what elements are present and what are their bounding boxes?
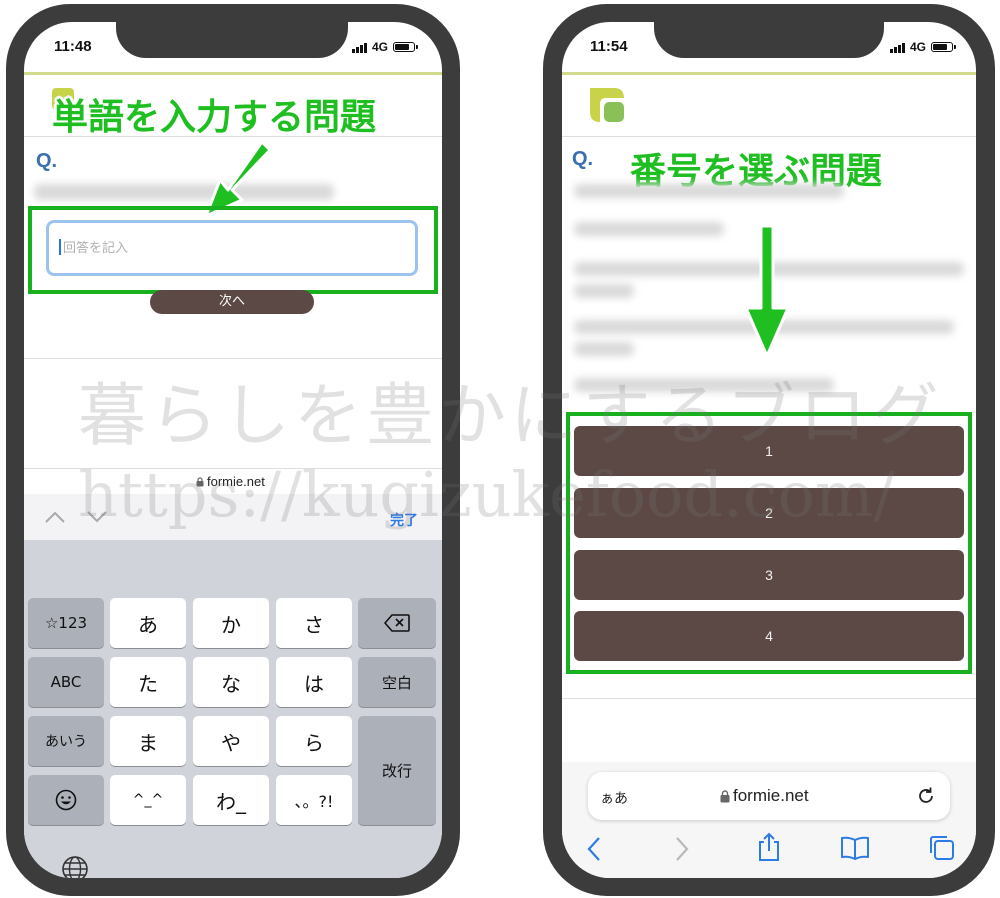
numbers-key[interactable]: ☆123 xyxy=(28,598,104,648)
url-text: formie.net xyxy=(207,474,265,489)
question-label: Q. xyxy=(572,148,594,170)
key-ka[interactable]: か xyxy=(193,598,269,648)
key-ra[interactable]: ら xyxy=(276,716,352,766)
network-label: 4G xyxy=(372,40,389,54)
form-logo-icon xyxy=(590,88,624,122)
key-sa[interactable]: さ xyxy=(276,598,352,648)
enter-key[interactable]: 改行 xyxy=(358,716,436,825)
space-key[interactable]: 空白 xyxy=(358,657,436,707)
choice-button-1[interactable]: 1 xyxy=(574,426,964,476)
key-a[interactable]: あ xyxy=(110,598,186,648)
status-indicators: 4G xyxy=(890,40,957,54)
emoji-icon xyxy=(55,789,77,811)
phone-notch xyxy=(654,22,884,58)
abc-key[interactable]: ABC xyxy=(28,657,104,707)
key-ta[interactable]: た xyxy=(110,657,186,707)
key-dakuten[interactable]: ^_^ xyxy=(110,775,186,825)
signal-icon xyxy=(890,42,905,53)
text-caret xyxy=(59,239,61,255)
content-divider xyxy=(24,358,442,359)
choice-button-2[interactable]: 2 xyxy=(574,488,964,538)
blurred-question-text xyxy=(574,184,844,198)
blurred-option-text xyxy=(574,378,834,392)
backspace-key[interactable] xyxy=(358,598,436,648)
answer-placeholder: 回答を記入 xyxy=(63,241,129,256)
blurred-option-text xyxy=(574,342,634,356)
lock-icon xyxy=(196,476,204,486)
url-text: formie.net xyxy=(733,786,809,805)
keyboard-done-button[interactable]: 完了 xyxy=(390,510,418,530)
question-label: Q. xyxy=(36,150,58,172)
choice-button-4[interactable]: 4 xyxy=(574,611,964,661)
japanese-keyboard: ☆123 あ か さ ABC た な は 空白 あいう ま や ら 改行 ^_^… xyxy=(24,540,442,878)
kana-key[interactable]: あいう xyxy=(28,716,104,766)
content-divider xyxy=(562,698,976,699)
header-accent-line xyxy=(24,72,442,75)
url-display: formie.net xyxy=(720,786,809,806)
chevron-down-icon[interactable] xyxy=(86,510,108,524)
key-ma[interactable]: ま xyxy=(110,716,186,766)
blurred-question-text xyxy=(574,222,724,236)
network-label: 4G xyxy=(910,40,927,54)
status-indicators: 4G xyxy=(352,40,419,54)
key-na[interactable]: な xyxy=(193,657,269,707)
address-bar[interactable]: ぁあ formie.net xyxy=(588,772,950,820)
lock-icon xyxy=(720,789,730,802)
delete-icon xyxy=(384,614,410,632)
globe-icon[interactable] xyxy=(60,854,90,878)
headline-text-input-question: 単語を入力する問題 xyxy=(52,97,377,138)
key-punctuation[interactable]: 、。?! xyxy=(276,775,352,825)
share-icon[interactable] xyxy=(756,832,782,862)
key-wa[interactable]: わ_ xyxy=(193,775,269,825)
choice-button-3[interactable]: 3 xyxy=(574,550,964,600)
emoji-key[interactable] xyxy=(28,775,104,825)
tabs-icon[interactable] xyxy=(928,834,956,862)
keyboard-accessory-bar: 完了 xyxy=(24,494,442,540)
header-divider xyxy=(562,136,976,137)
status-time: 11:48 xyxy=(54,38,92,55)
bookmarks-icon[interactable] xyxy=(840,836,870,860)
blurred-option-text xyxy=(574,284,634,298)
back-icon[interactable] xyxy=(586,836,602,862)
url-bar[interactable]: formie.net xyxy=(196,474,265,489)
text-size-button[interactable]: ぁあ xyxy=(600,788,628,808)
arrow-down-icon xyxy=(744,224,790,358)
phone-notch xyxy=(116,22,348,58)
header-divider xyxy=(24,136,442,137)
left-phone-screen: 11:48 4G 単語を入力する問題 Q. 回答を記入 次へ formie.ne… xyxy=(24,22,442,878)
battery-icon xyxy=(393,42,419,52)
forward-icon[interactable] xyxy=(674,836,690,862)
url-divider xyxy=(24,468,442,469)
blurred-question-text xyxy=(34,184,334,200)
signal-icon xyxy=(352,42,367,53)
battery-icon xyxy=(931,42,957,52)
next-button[interactable]: 次へ xyxy=(150,290,314,314)
answer-input[interactable]: 回答を記入 xyxy=(46,220,418,276)
right-phone-screen: 11:54 4G Q. 番号を選ぶ問題 1 2 3 4 ぁあ formie.ne… xyxy=(562,22,976,878)
status-time: 11:54 xyxy=(590,38,628,55)
reload-icon[interactable] xyxy=(916,786,936,806)
header-accent-line xyxy=(562,72,976,75)
key-ha[interactable]: は xyxy=(276,657,352,707)
key-ya[interactable]: や xyxy=(193,716,269,766)
chevron-up-icon[interactable] xyxy=(44,510,66,524)
